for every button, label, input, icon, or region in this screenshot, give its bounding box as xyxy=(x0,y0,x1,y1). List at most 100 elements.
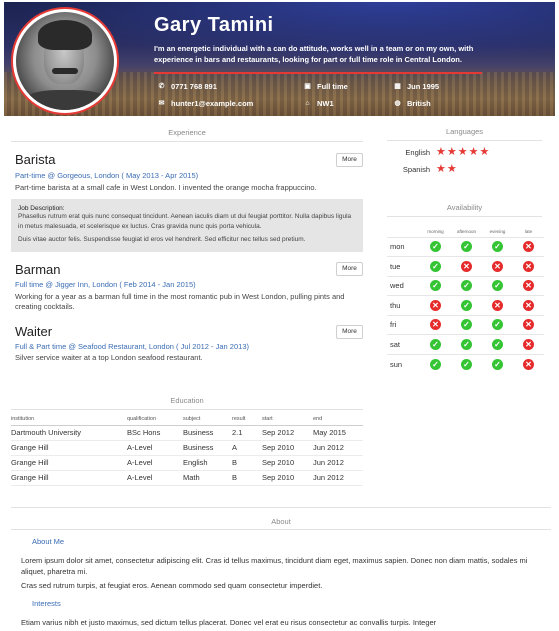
education-cell: Dartmouth University xyxy=(11,425,127,441)
nationality-value: British xyxy=(407,99,431,108)
availability-table: morning afternoon evening late mon ✓ ✓ ✓ ✕ tu… xyxy=(387,227,544,374)
phone-info: ✆ 0771 768 891 xyxy=(158,82,217,91)
availability-col-header: morning xyxy=(427,229,444,235)
education-col-header: result xyxy=(232,414,262,426)
job-subtitle[interactable]: Full & Part time @ Seafood Restaurant, L… xyxy=(15,342,249,351)
envelope-icon: ✉ xyxy=(158,100,165,107)
profile-tagline: I'm an energetic individual with a can d… xyxy=(154,44,474,64)
availability-cell: ✕ xyxy=(513,275,544,296)
education-cell: Sep 2010 xyxy=(262,440,313,456)
availability-row: thu ✕ ✓ ✕ ✕ xyxy=(387,295,544,315)
job-subtitle[interactable]: Full time @ Jigger Inn, London ( Feb 201… xyxy=(15,280,196,289)
cross-icon: ✕ xyxy=(523,358,534,370)
cross-icon: ✕ xyxy=(492,299,503,311)
more-button[interactable]: More xyxy=(336,325,363,339)
check-icon: ✓ xyxy=(461,280,472,292)
availability-cell: ✓ xyxy=(420,275,451,296)
availability-col-header: afternoon xyxy=(456,229,476,235)
availability-cell: ✕ xyxy=(513,314,544,335)
job-description: Part-time barista at a small cafe in Wes… xyxy=(15,183,317,192)
experience-divider xyxy=(11,141,363,142)
languages-divider xyxy=(387,140,542,141)
availability-row: wed ✓ ✓ ✓ ✕ xyxy=(387,275,544,296)
education-cell: Jun 2012 xyxy=(313,470,363,486)
education-header-row: institution qualification subject result… xyxy=(11,414,363,426)
check-icon: ✓ xyxy=(430,358,441,370)
cross-icon: ✕ xyxy=(523,260,534,272)
education-cell: Grange Hill xyxy=(11,440,127,456)
briefcase-icon: ▣ xyxy=(304,83,311,90)
availability-cell: ✓ xyxy=(451,314,482,335)
check-icon: ✓ xyxy=(492,241,503,253)
availability-cell: ✓ xyxy=(451,275,482,296)
star-icon: ★★ xyxy=(436,163,458,175)
availability-day: fri xyxy=(387,314,420,335)
cross-icon: ✕ xyxy=(523,299,534,311)
availability-day: thu xyxy=(387,295,420,315)
more-button[interactable]: More xyxy=(336,153,363,167)
education-cell: Jun 2012 xyxy=(313,455,363,471)
check-icon: ✓ xyxy=(492,319,503,331)
job-description-text: Duis vitae auctor felis. Suspendisse feu… xyxy=(18,236,306,243)
availability-row: sat ✓ ✓ ✓ ✕ xyxy=(387,334,544,354)
availability-header-row: morning afternoon evening late xyxy=(387,227,544,237)
check-icon: ✓ xyxy=(461,241,472,253)
job-description-panel: Job Description: Phasellus rutrum erat q… xyxy=(11,199,363,252)
education-cell: Sep 2012 xyxy=(262,425,313,441)
avatar xyxy=(11,7,119,115)
language-row: Spanish ★★ xyxy=(402,164,458,175)
globe-icon: ◍ xyxy=(394,100,401,107)
availability-day: wed xyxy=(387,275,420,296)
job-description: Working for a year as a barman full time… xyxy=(15,292,345,311)
language-name: Spanish xyxy=(402,165,430,174)
email-value[interactable]: hunter1@example.com xyxy=(171,99,253,108)
availability-cell: ✓ xyxy=(482,275,513,296)
check-icon: ✓ xyxy=(430,260,441,272)
education-heading: Education xyxy=(170,396,204,405)
job-subtitle[interactable]: Part-time @ Gorgeous, London ( May 2013 … xyxy=(15,171,198,180)
availability-cell: ✓ xyxy=(482,236,513,257)
availability-cell: ✕ xyxy=(451,256,482,276)
more-button[interactable]: More xyxy=(336,262,363,276)
availability-cell: ✕ xyxy=(420,314,451,335)
availability-cell: ✓ xyxy=(420,353,451,374)
language-name: English xyxy=(405,148,430,157)
nationality-info: ◍ British xyxy=(394,99,431,108)
job-title: Waiter xyxy=(15,324,53,339)
education-cell: A-Level xyxy=(127,455,183,471)
availability-cell: ✕ xyxy=(513,295,544,315)
check-icon: ✓ xyxy=(430,280,441,292)
postcode-value: NW1 xyxy=(317,99,334,108)
availability-day: mon xyxy=(387,236,420,257)
education-cell: May 2015 xyxy=(313,425,363,441)
job-type-value: Full time xyxy=(317,82,348,91)
education-cell: Sep 2010 xyxy=(262,455,313,471)
availability-cell: ✓ xyxy=(451,236,482,257)
calendar-icon: ▦ xyxy=(394,83,401,90)
education-cell: English xyxy=(183,455,232,471)
cross-icon: ✕ xyxy=(430,319,441,331)
cross-icon: ✕ xyxy=(430,299,441,311)
availability-day: sat xyxy=(387,334,420,354)
availability-cell: ✕ xyxy=(420,295,451,315)
education-body: Dartmouth University BSc Hons Business 2.1 S… xyxy=(11,425,363,486)
cross-icon: ✕ xyxy=(523,319,534,331)
education-cell: Business xyxy=(183,425,232,441)
phone-icon: ✆ xyxy=(158,83,165,90)
about-heading: About xyxy=(271,517,291,526)
table-row: Grange Hill A-Level Business A Sep 2010 Jun 2… xyxy=(11,440,363,456)
profile-name: Gary Tamini xyxy=(154,14,274,36)
availability-day-header xyxy=(387,227,420,237)
avatar-photo xyxy=(16,12,114,110)
check-icon: ✓ xyxy=(492,338,503,350)
job-type-info: ▣ Full time xyxy=(304,82,348,91)
language-row: English ★★★★★ xyxy=(402,147,490,158)
job-title: Barista xyxy=(15,152,56,167)
cross-icon: ✕ xyxy=(523,280,534,292)
star-icon: ★★★★★ xyxy=(436,146,491,158)
availability-body: mon ✓ ✓ ✓ ✕ tue ✓ ✕ ✕ ✕ wed ✓ ✓ ✓ ✕ thu ✕ ✓ ✕ ✕ fri ✕ ✓ ✓ ✕ sat ✓ ✓… xyxy=(387,236,544,374)
availability-divider xyxy=(387,216,542,217)
education-table: institution qualification subject result… xyxy=(11,414,363,486)
availability-cell: ✓ xyxy=(420,256,451,276)
email-info[interactable]: ✉ hunter1@example.com xyxy=(158,99,254,108)
